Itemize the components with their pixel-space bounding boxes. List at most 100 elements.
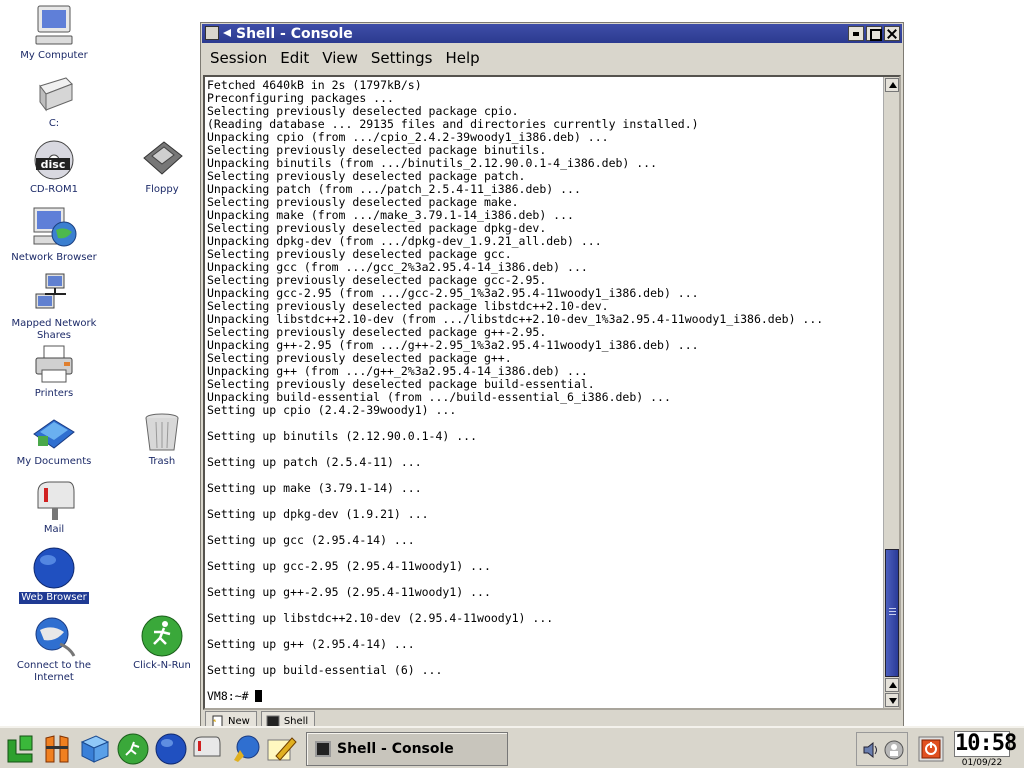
editor-pencil-icon[interactable] [264, 732, 298, 766]
desktop-icon-label: Trash [148, 456, 176, 467]
text-cursor [255, 690, 263, 702]
shell-prompt: VM8:~# [207, 689, 256, 703]
window-menu-icon[interactable] [205, 26, 219, 40]
svg-text:disc: disc [41, 158, 66, 171]
terminal-line: Selecting previously deselected package … [207, 104, 519, 118]
desktop-icon-my-computer[interactable]: My Computer [6, 4, 102, 62]
cd-disc-icon: disc [34, 140, 74, 180]
web-browser-icon[interactable] [154, 732, 188, 766]
terminal-line: Setting up dpkg-dev (1.9.21) ... [207, 507, 429, 521]
network-computers-icon [35, 273, 66, 309]
terminal-line: Setting up patch (2.5.4-11) ... [207, 455, 422, 469]
menu-settings[interactable]: Settings [371, 49, 433, 67]
terminal-line: Selecting previously deselected package … [207, 169, 526, 183]
power-button-icon[interactable] [918, 736, 944, 762]
desktop-icon-click-n-run[interactable]: Click-N-Run [114, 614, 210, 672]
desktop-icon-label: Connect to the Internet [16, 660, 92, 683]
terminal-line: Setting up libstdc++2.10-dev (2.95.4-11w… [207, 611, 554, 625]
desktop-icon-trash[interactable]: Trash [114, 410, 210, 468]
connect-internet-icon[interactable] [228, 732, 262, 766]
desktop-icon-web-browser[interactable]: Web Browser [6, 546, 102, 604]
task-button-label: Shell - Console [337, 741, 454, 757]
scroll-down-arrow-icon[interactable] [885, 693, 899, 707]
desktop-icon-mail[interactable]: Mail [6, 478, 102, 536]
terminal-line: Preconfiguring packages ... [207, 91, 394, 105]
terminal-line: Setting up build-essential (6) ... [207, 663, 443, 677]
desktop-icon-connect-internet[interactable]: Connect to the Internet [6, 614, 102, 684]
terminal-line: Unpacking libstdc++2.10-dev (from .../li… [207, 312, 824, 326]
pin-icon[interactable] [222, 28, 232, 38]
shell-console-icon [315, 741, 331, 757]
desktop-icon-floppy[interactable]: Floppy [114, 138, 210, 196]
terminal-line: Setting up g++ (2.95.4-14) ... [207, 637, 415, 651]
terminal-line: Unpacking build-essential (from .../buil… [207, 390, 671, 404]
terminal-line: Unpacking g++-2.95 (from .../g++-2.95_1%… [207, 338, 699, 352]
task-button-shell-console[interactable]: Shell - Console [306, 732, 508, 766]
terminal-line: Selecting previously deselected package … [207, 351, 512, 365]
desktop-icon-label: Web Browser [19, 592, 89, 604]
terminal-line: Fetched 4640kB in 2s (1797kB/s) [207, 78, 422, 92]
scroll-up-arrow-lower-icon[interactable] [885, 678, 899, 692]
desktop-icon-label: Printers [34, 388, 74, 399]
desktop-icon-my-documents[interactable]: My Documents [6, 410, 102, 468]
desktop-icon-label: Network Browser [11, 252, 97, 263]
terminal-line: Setting up g++-2.95 (2.95.4-11woody1) ..… [207, 585, 491, 599]
start-menu-icon[interactable] [4, 732, 38, 766]
terminal-line: Unpacking g++ (from .../g++_2%3a2.95.4-1… [207, 364, 588, 378]
maximize-button[interactable] [866, 26, 882, 41]
terminal-line: Setting up binutils (2.12.90.0.1-4) ... [207, 429, 478, 443]
terminal-line: Setting up gcc (2.95.4-14) ... [207, 533, 415, 547]
mailbox-icon [37, 481, 75, 520]
terminal-lines: Fetched 4640kB in 2s (1797kB/s) Preconfi… [207, 78, 823, 677]
window-titlebar[interactable]: Shell - Console [202, 24, 902, 43]
computer-icon [35, 5, 73, 45]
life-vest-icon[interactable] [40, 732, 74, 766]
scroll-thumb[interactable] [885, 549, 899, 677]
printer-icon [35, 345, 73, 383]
trash-icon [145, 413, 179, 451]
scroll-up-arrow-icon[interactable] [885, 78, 899, 92]
taskbar: Shell - Console 10:58 01/09/22 [0, 726, 1024, 768]
terminal-line: Unpacking make (from .../make_3.79.1-14_… [207, 208, 574, 222]
desktop-icon-network-browser[interactable]: Network Browser [6, 206, 102, 264]
menu-bar: Session Edit View Settings Help [202, 45, 902, 71]
desktop-icon-label: My Documents [16, 456, 92, 467]
menu-view[interactable]: View [322, 49, 358, 67]
mail-icon[interactable] [190, 732, 224, 766]
globe-icon [33, 547, 75, 589]
clock[interactable]: 10:58 01/09/22 [954, 731, 1017, 768]
terminal-line: Setting up cpio (2.4.2-39woody1) ... [207, 403, 457, 417]
user-status-icon[interactable] [884, 740, 904, 760]
terminal-line: Unpacking patch (from .../patch_2.5.4-11… [207, 182, 581, 196]
documents-icon [33, 419, 75, 449]
minimize-button[interactable] [848, 26, 864, 41]
menu-session[interactable]: Session [210, 49, 267, 67]
volume-speaker-icon[interactable] [862, 741, 880, 759]
menu-edit[interactable]: Edit [280, 49, 309, 67]
desktop-icon-c-drive[interactable]: C: [6, 72, 102, 130]
package-box-icon[interactable] [78, 732, 112, 766]
desktop-icon-mapped-network-shares[interactable]: Mapped Network Shares [6, 272, 102, 342]
network-globe-icon [33, 207, 77, 247]
terminal-line: Setting up gcc-2.95 (2.95.4-11woody1) ..… [207, 559, 491, 573]
terminal-line: Selecting previously deselected package … [207, 299, 609, 313]
click-n-run-icon[interactable] [116, 732, 150, 766]
terminal-line: Selecting previously deselected package … [207, 247, 512, 261]
desktop-icon-printers[interactable]: Printers [6, 342, 102, 400]
desktop-icon-cdrom[interactable]: disc CD-ROM1 [6, 138, 102, 196]
vertical-scrollbar[interactable] [883, 77, 899, 708]
desktop-icon-label: Mapped Network Shares [11, 318, 97, 341]
terminal-area[interactable]: Fetched 4640kB in 2s (1797kB/s) Preconfi… [203, 75, 901, 710]
terminal-line: Selecting previously deselected package … [207, 143, 547, 157]
terminal-line: Selecting previously deselected package … [207, 273, 547, 287]
desktop-icon-label: C: [48, 118, 60, 129]
clock-date: 01/09/22 [961, 758, 1003, 768]
terminal-line: Setting up make (3.79.1-14) ... [207, 481, 422, 495]
close-button[interactable] [884, 26, 900, 41]
runner-globe-icon [141, 615, 183, 657]
terminal-output: Fetched 4640kB in 2s (1797kB/s) Preconfi… [205, 77, 899, 703]
terminal-line: Selecting previously deselected package … [207, 195, 519, 209]
desktop-icon-label: My Computer [20, 50, 88, 61]
desktop-icon-label: CD-ROM1 [29, 184, 79, 195]
menu-help[interactable]: Help [445, 49, 479, 67]
